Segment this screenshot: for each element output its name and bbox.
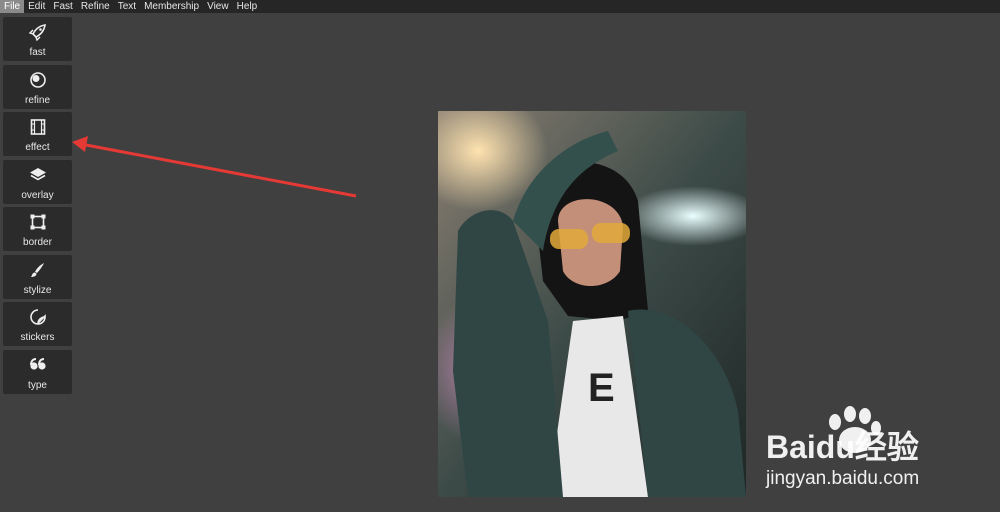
- watermark-brand: Baidu经验: [766, 429, 919, 465]
- tool-type-label: type: [28, 379, 47, 391]
- tool-border-label: border: [23, 237, 52, 248]
- tool-refine-label: refine: [24, 94, 50, 106]
- sticker-icon: [27, 306, 49, 328]
- film-icon: [27, 116, 49, 138]
- tool-stylize-button[interactable]: stylize: [3, 254, 72, 299]
- tool-stickers-button[interactable]: stickers: [3, 302, 72, 346]
- menu-membership[interactable]: Membership: [140, 0, 203, 13]
- baidu-paw-logo: Baidu经验 jingyan.baidu.com: [765, 406, 919, 489]
- baidu-watermark: Baidu经验 jingyan.baidu.com: [760, 400, 980, 495]
- tool-border-button[interactable]: border: [3, 207, 72, 251]
- tool-stylize-label: stylize: [23, 284, 52, 296]
- tool-fast-label: fast: [29, 47, 46, 58]
- layers-icon: [27, 164, 49, 186]
- tool-stickers-label: stickers: [20, 332, 55, 343]
- menu-file[interactable]: File: [0, 0, 25, 13]
- border-icon: [27, 211, 49, 233]
- rocket-icon: [27, 21, 49, 43]
- editor-canvas-photo[interactable]: E: [438, 111, 746, 497]
- menu-text[interactable]: Text: [114, 0, 140, 13]
- quote-icon: [27, 354, 49, 376]
- svg-text:E: E: [588, 366, 615, 410]
- menu-refine[interactable]: Refine: [77, 0, 114, 13]
- watermark-url: jingyan.baidu.com: [765, 468, 919, 489]
- menu-help[interactable]: Help: [233, 0, 262, 13]
- tool-type-button[interactable]: type: [3, 349, 72, 394]
- menu-view[interactable]: View: [203, 0, 233, 13]
- tool-panel: fast refine effect overlay border styliz…: [3, 17, 72, 397]
- tool-fast-button[interactable]: fast: [3, 17, 72, 61]
- menu-edit[interactable]: Edit: [24, 0, 49, 13]
- tool-effect-button[interactable]: effect: [3, 112, 72, 156]
- tool-refine-button[interactable]: refine: [3, 64, 72, 109]
- menu-fast[interactable]: Fast: [49, 0, 76, 13]
- tool-effect-label: effect: [25, 142, 50, 153]
- menu-bar: File Edit Fast Refine Text Membership Vi…: [0, 0, 1000, 13]
- tool-overlay-label: overlay: [21, 189, 54, 201]
- portrait-photo: E: [438, 111, 746, 497]
- brush-icon: [27, 259, 49, 281]
- tool-overlay-button[interactable]: overlay: [3, 159, 72, 204]
- refine-icon: [27, 69, 49, 91]
